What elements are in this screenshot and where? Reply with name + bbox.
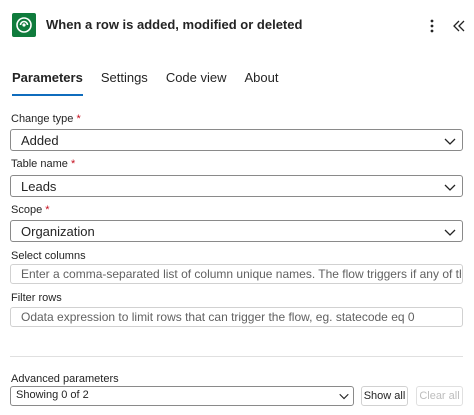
- advanced-parameters-value: Showing 0 of 2: [16, 389, 89, 401]
- required-marker: *: [76, 113, 81, 125]
- filter-rows-label: Filter rows: [11, 292, 62, 304]
- scope-value: Organization: [21, 224, 95, 239]
- more-options-button[interactable]: [424, 16, 440, 36]
- scope-label-text: Scope: [11, 204, 43, 216]
- advanced-parameters-dropdown[interactable]: Showing 0 of 2: [10, 386, 354, 406]
- advanced-parameters-label: Advanced parameters: [11, 373, 119, 385]
- tab-code-view[interactable]: Code view: [166, 70, 227, 96]
- scope-dropdown[interactable]: Organization: [10, 220, 463, 242]
- change-type-value: Added: [21, 133, 59, 148]
- table-name-label: Table name *: [11, 158, 75, 170]
- change-type-label-text: Change type: [11, 113, 74, 125]
- show-all-button[interactable]: Show all: [361, 386, 408, 406]
- tab-bar: Parameters Settings Code view About: [12, 70, 297, 96]
- select-columns-label: Select columns: [11, 250, 86, 262]
- page-title: When a row is added, modified or deleted: [46, 17, 303, 32]
- table-name-dropdown[interactable]: Leads: [10, 175, 463, 197]
- select-columns-input[interactable]: Enter a comma-separated list of column u…: [10, 264, 463, 284]
- dataverse-icon: [12, 13, 36, 37]
- chevron-down-icon: [444, 138, 456, 145]
- panel-header: When a row is added, modified or deleted: [0, 0, 474, 56]
- collapse-panel-button[interactable]: [450, 16, 468, 36]
- double-chevron-left-icon: [453, 20, 465, 32]
- change-type-dropdown[interactable]: Added: [10, 129, 463, 151]
- filter-rows-placeholder: Odata expression to limit rows that can …: [21, 310, 415, 324]
- chevron-down-icon: [444, 229, 456, 236]
- divider: [10, 356, 463, 357]
- tab-parameters[interactable]: Parameters: [12, 70, 83, 96]
- tab-settings[interactable]: Settings: [101, 70, 148, 96]
- chevron-down-icon: [444, 184, 456, 191]
- table-name-label-text: Table name: [11, 158, 68, 170]
- change-type-label: Change type *: [11, 113, 81, 125]
- action-panel: When a row is added, modified or deleted…: [0, 0, 474, 415]
- required-marker: *: [70, 158, 76, 170]
- more-vertical-icon: [430, 19, 434, 33]
- filter-rows-input[interactable]: Odata expression to limit rows that can …: [10, 307, 463, 327]
- scope-label: Scope *: [11, 204, 50, 216]
- clear-all-button[interactable]: Clear all: [416, 386, 463, 406]
- table-name-value: Leads: [21, 179, 57, 194]
- chevron-down-icon: [339, 393, 349, 400]
- required-marker: *: [45, 204, 50, 216]
- select-columns-placeholder: Enter a comma-separated list of column u…: [21, 267, 461, 281]
- tab-about[interactable]: About: [245, 70, 279, 96]
